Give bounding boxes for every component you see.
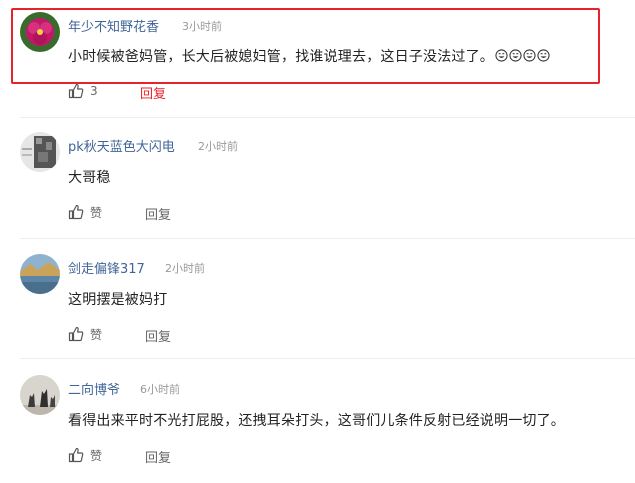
comment-item: pk秋天蓝色大闪电 2小时前 大哥稳 赞 回复 — [0, 130, 635, 230]
like-button[interactable]: 赞 — [68, 445, 102, 465]
thumbs-up-icon — [68, 447, 84, 463]
grin-emoji-icon — [495, 49, 508, 62]
thumbs-up-icon — [68, 83, 84, 99]
grin-emoji-icon — [537, 49, 550, 62]
timestamp: 2小时前 — [198, 140, 238, 153]
grin-emoji-icon — [509, 49, 522, 62]
avatar[interactable] — [20, 375, 60, 415]
like-count: 3 — [90, 84, 98, 98]
divider — [20, 238, 635, 239]
reply-button[interactable]: 回复 — [145, 204, 171, 223]
avatar[interactable] — [20, 12, 60, 52]
comment-actions: 赞 回复 — [68, 202, 268, 223]
timestamp: 2小时前 — [165, 262, 205, 275]
like-button[interactable]: 赞 — [68, 324, 102, 344]
timestamp: 3小时前 — [182, 20, 222, 33]
comment-list: 年少不知野花香 3小时前 小时候被爸妈管，长大后被媳妇管，找谁说理去，这日子没法… — [0, 0, 635, 483]
divider — [20, 358, 635, 359]
avatar[interactable] — [20, 132, 60, 172]
like-count: 赞 — [90, 448, 103, 463]
thumbs-up-icon — [68, 326, 84, 342]
avatar[interactable] — [20, 254, 60, 294]
divider — [20, 117, 635, 118]
timestamp: 6小时前 — [140, 383, 180, 396]
comment-text-body: 小时候被爸妈管，长大后被媳妇管，找谁说理去，这日子没法过了。 — [68, 49, 494, 65]
comment-item: 二向博爷 6小时前 看得出来平时不光打屁股，还拽耳朵打头，这哥们儿条件反射已经说… — [0, 373, 635, 473]
username[interactable]: 剑走偏锋317 — [68, 258, 145, 277]
comment-text: 大哥稳 — [68, 170, 111, 186]
comment-item: 剑走偏锋317 2小时前 这明摆是被妈打 赞 回复 — [0, 252, 635, 352]
grin-emoji-icon — [523, 49, 536, 62]
comment-actions: 赞 回复 — [68, 324, 268, 345]
like-button[interactable]: 3 — [68, 81, 98, 101]
comment-item: 年少不知野花香 3小时前 小时候被爸妈管，长大后被媳妇管，找谁说理去，这日子没法… — [0, 8, 635, 105]
like-button[interactable]: 赞 — [68, 202, 102, 222]
username[interactable]: pk秋天蓝色大闪电 — [68, 136, 175, 155]
reply-button[interactable]: 回复 — [140, 83, 166, 102]
reply-button[interactable]: 回复 — [145, 447, 171, 466]
comment-actions: 赞 回复 — [68, 445, 268, 466]
comment-text: 看得出来平时不光打屁股，还拽耳朵打头，这哥们儿条件反射已经说明一切了。 — [68, 413, 565, 429]
reply-button[interactable]: 回复 — [145, 326, 171, 345]
comment-text: 这明摆是被妈打 — [68, 292, 168, 308]
username[interactable]: 二向博爷 — [68, 379, 120, 398]
like-count: 赞 — [90, 327, 103, 342]
username[interactable]: 年少不知野花香 — [68, 16, 159, 35]
thumbs-up-icon — [68, 204, 84, 220]
like-count: 赞 — [90, 205, 103, 220]
comment-actions: 3 回复 — [68, 81, 268, 102]
comment-text: 小时候被爸妈管，长大后被媳妇管，找谁说理去，这日子没法过了。 — [68, 46, 550, 66]
